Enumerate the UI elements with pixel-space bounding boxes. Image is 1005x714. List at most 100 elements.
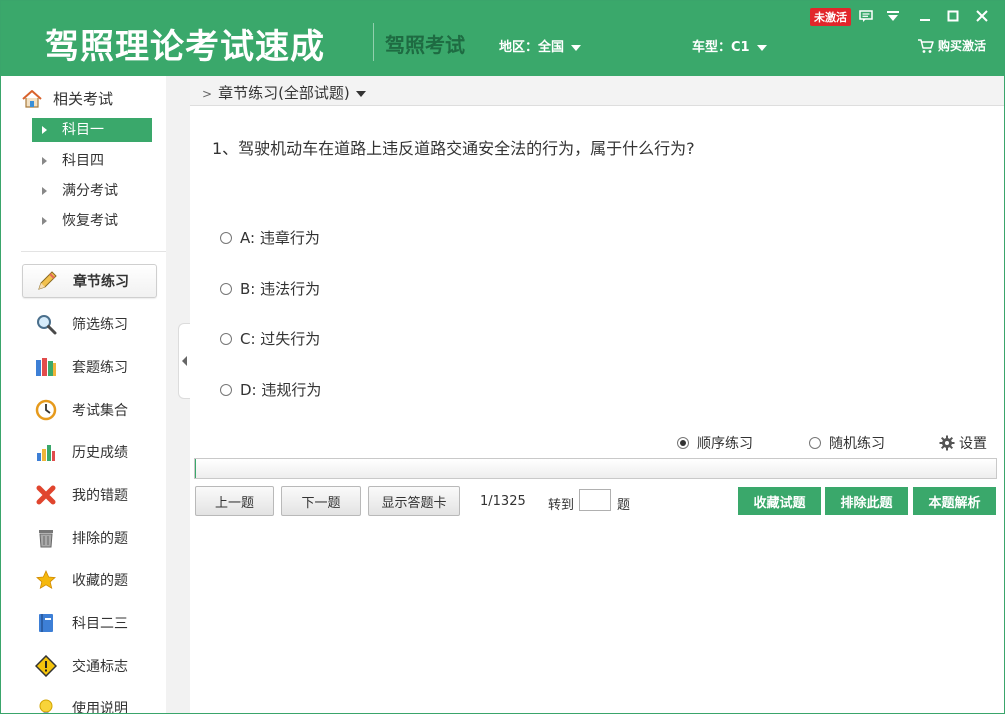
vehicle-select[interactable]: 车型：C1 (692, 36, 767, 55)
option-label: C: 过失行为 (240, 330, 321, 348)
nav-label: 排除的题 (72, 531, 128, 547)
nav-label: 使用说明 (72, 701, 128, 714)
title-divider (373, 23, 374, 61)
goto-question-input[interactable] (579, 489, 611, 511)
nav-favorites[interactable]: 收藏的题 (22, 563, 157, 597)
exam-full-score[interactable]: 满分考试 (32, 179, 152, 203)
pencil-icon (35, 269, 59, 293)
chapter-breadcrumb[interactable]: > 章节练习(全部试题) (202, 82, 366, 103)
buy-activation-button[interactable]: 购买激活 (917, 37, 986, 54)
option-radio[interactable] (220, 332, 232, 345)
nav-filter-practice[interactable]: 筛选练习 (22, 307, 157, 341)
option-radio[interactable] (220, 383, 232, 396)
gear-icon (939, 435, 955, 451)
maximize-button[interactable] (943, 7, 963, 25)
chevron-down-icon (756, 44, 767, 51)
buy-label: 购买激活 (938, 39, 987, 53)
sidebar-collapse-button[interactable] (178, 323, 190, 399)
related-exams-header: 相关考试 (21, 88, 113, 109)
minimize-button[interactable] (915, 7, 935, 25)
question-analysis-button[interactable]: 本题解析 (913, 487, 996, 515)
mode-random[interactable]: 随机练习 (809, 433, 885, 453)
settings-label: 设置 (959, 436, 987, 452)
activation-status-badge[interactable]: 未激活 (810, 8, 851, 26)
option-c[interactable]: C: 过失行为 (220, 328, 320, 349)
settings-button[interactable]: 设置 (939, 433, 987, 453)
prev-question-button[interactable]: 上一题 (195, 486, 274, 516)
feedback-button[interactable] (856, 7, 876, 25)
sidebar: 相关考试 科目一 科目四 满分考试 恢复考试 章节练习 筛选练习 套题练习 考试… (1, 76, 171, 714)
main-panel: > 章节练习(全部试题) 1、驾驶机动车在道路上违反道路交通安全法的行为，属于什么… (190, 76, 1004, 713)
nav-label: 交通标志 (72, 659, 128, 675)
exam-subject-four[interactable]: 科目四 (32, 149, 152, 173)
nav-traffic-signs[interactable]: 交通标志 (22, 649, 157, 683)
close-icon (976, 10, 988, 22)
nav-subject-two-three[interactable]: 科目二三 (22, 606, 157, 640)
show-answer-card-button[interactable]: 显示答题卡 (368, 486, 460, 516)
option-label: B: 违法行为 (240, 280, 321, 298)
progress-fill (195, 459, 196, 478)
nav-instructions[interactable]: 使用说明 (22, 691, 157, 714)
close-button[interactable] (972, 7, 992, 25)
exam-restore[interactable]: 恢复考试 (32, 209, 152, 233)
option-radio[interactable] (220, 282, 232, 295)
cart-icon (918, 39, 934, 53)
nav-label: 套题练习 (72, 360, 128, 376)
red-x-icon (34, 483, 58, 507)
option-a[interactable]: A: 违章行为 (220, 227, 320, 248)
option-label: A: 违章行为 (240, 229, 320, 247)
option-label: D: 违规行为 (240, 381, 322, 399)
option-radio[interactable] (220, 231, 232, 244)
nav-label: 筛选练习 (72, 317, 128, 333)
progress-bar (194, 458, 997, 479)
books-icon (34, 355, 58, 379)
book-icon (34, 611, 58, 635)
dropdown-menu-icon (887, 11, 899, 21)
maximize-icon (947, 10, 959, 22)
vehicle-label: 车型：C1 (692, 40, 750, 55)
sidebar-divider (21, 251, 171, 252)
mode-random-radio[interactable] (809, 437, 821, 449)
question-counter: 1/1325 (480, 494, 526, 509)
nav-my-mistakes[interactable]: 我的错题 (22, 478, 157, 512)
mode-label: 顺序练习 (697, 436, 753, 452)
favorite-question-button[interactable]: 收藏试题 (738, 487, 821, 515)
region-select[interactable]: 地区：全国 (499, 36, 582, 55)
mode-sequential-radio[interactable] (677, 437, 689, 449)
menu-button[interactable] (883, 7, 903, 25)
bar-chart-icon (34, 440, 58, 464)
next-question-button[interactable]: 下一题 (281, 486, 361, 516)
caret-right-icon (42, 187, 47, 195)
nav-excluded[interactable]: 排除的题 (22, 521, 157, 555)
nav-set-practice[interactable]: 套题练习 (22, 350, 157, 384)
clock-icon (34, 398, 58, 422)
lightbulb-icon (34, 696, 58, 713)
caret-right-icon (42, 157, 47, 165)
option-d[interactable]: D: 违规行为 (220, 379, 321, 400)
message-icon (859, 9, 873, 22)
nav-history-scores[interactable]: 历史成绩 (22, 435, 157, 469)
chevron-left-icon (181, 356, 187, 366)
goto-label: 转到 (548, 498, 575, 513)
nav-chapter-practice[interactable]: 章节练习 (22, 264, 157, 298)
breadcrumb-bar: > 章节练习(全部试题) (190, 76, 1004, 106)
mode-sequential[interactable]: 顺序练习 (677, 433, 753, 453)
exam-subject-one[interactable]: 科目一 (32, 118, 152, 142)
app-title: 驾照理论考试速成 (45, 27, 325, 67)
minimize-icon (920, 19, 930, 21)
app-header: 驾照理论考试速成 驾照考试 地区：全国 车型：C1 购买激活 未激活 (1, 1, 1004, 76)
chevron-down-icon (355, 90, 366, 97)
exam-label: 恢复考试 (62, 213, 118, 229)
chevron-right-icon: > (202, 87, 213, 101)
magnifier-icon (34, 312, 58, 336)
trash-icon (34, 526, 58, 550)
exam-label: 科目一 (62, 122, 104, 138)
section-title: 相关考试 (53, 90, 114, 108)
nav-exam-collection[interactable]: 考试集合 (22, 393, 157, 427)
nav-label: 收藏的题 (72, 573, 128, 589)
exclude-question-button[interactable]: 排除此题 (825, 487, 908, 515)
breadcrumb-label: 章节练习(全部试题) (218, 84, 350, 102)
nav-label: 科目二三 (72, 616, 128, 632)
option-b[interactable]: B: 违法行为 (220, 278, 320, 299)
caret-right-icon (42, 217, 47, 225)
